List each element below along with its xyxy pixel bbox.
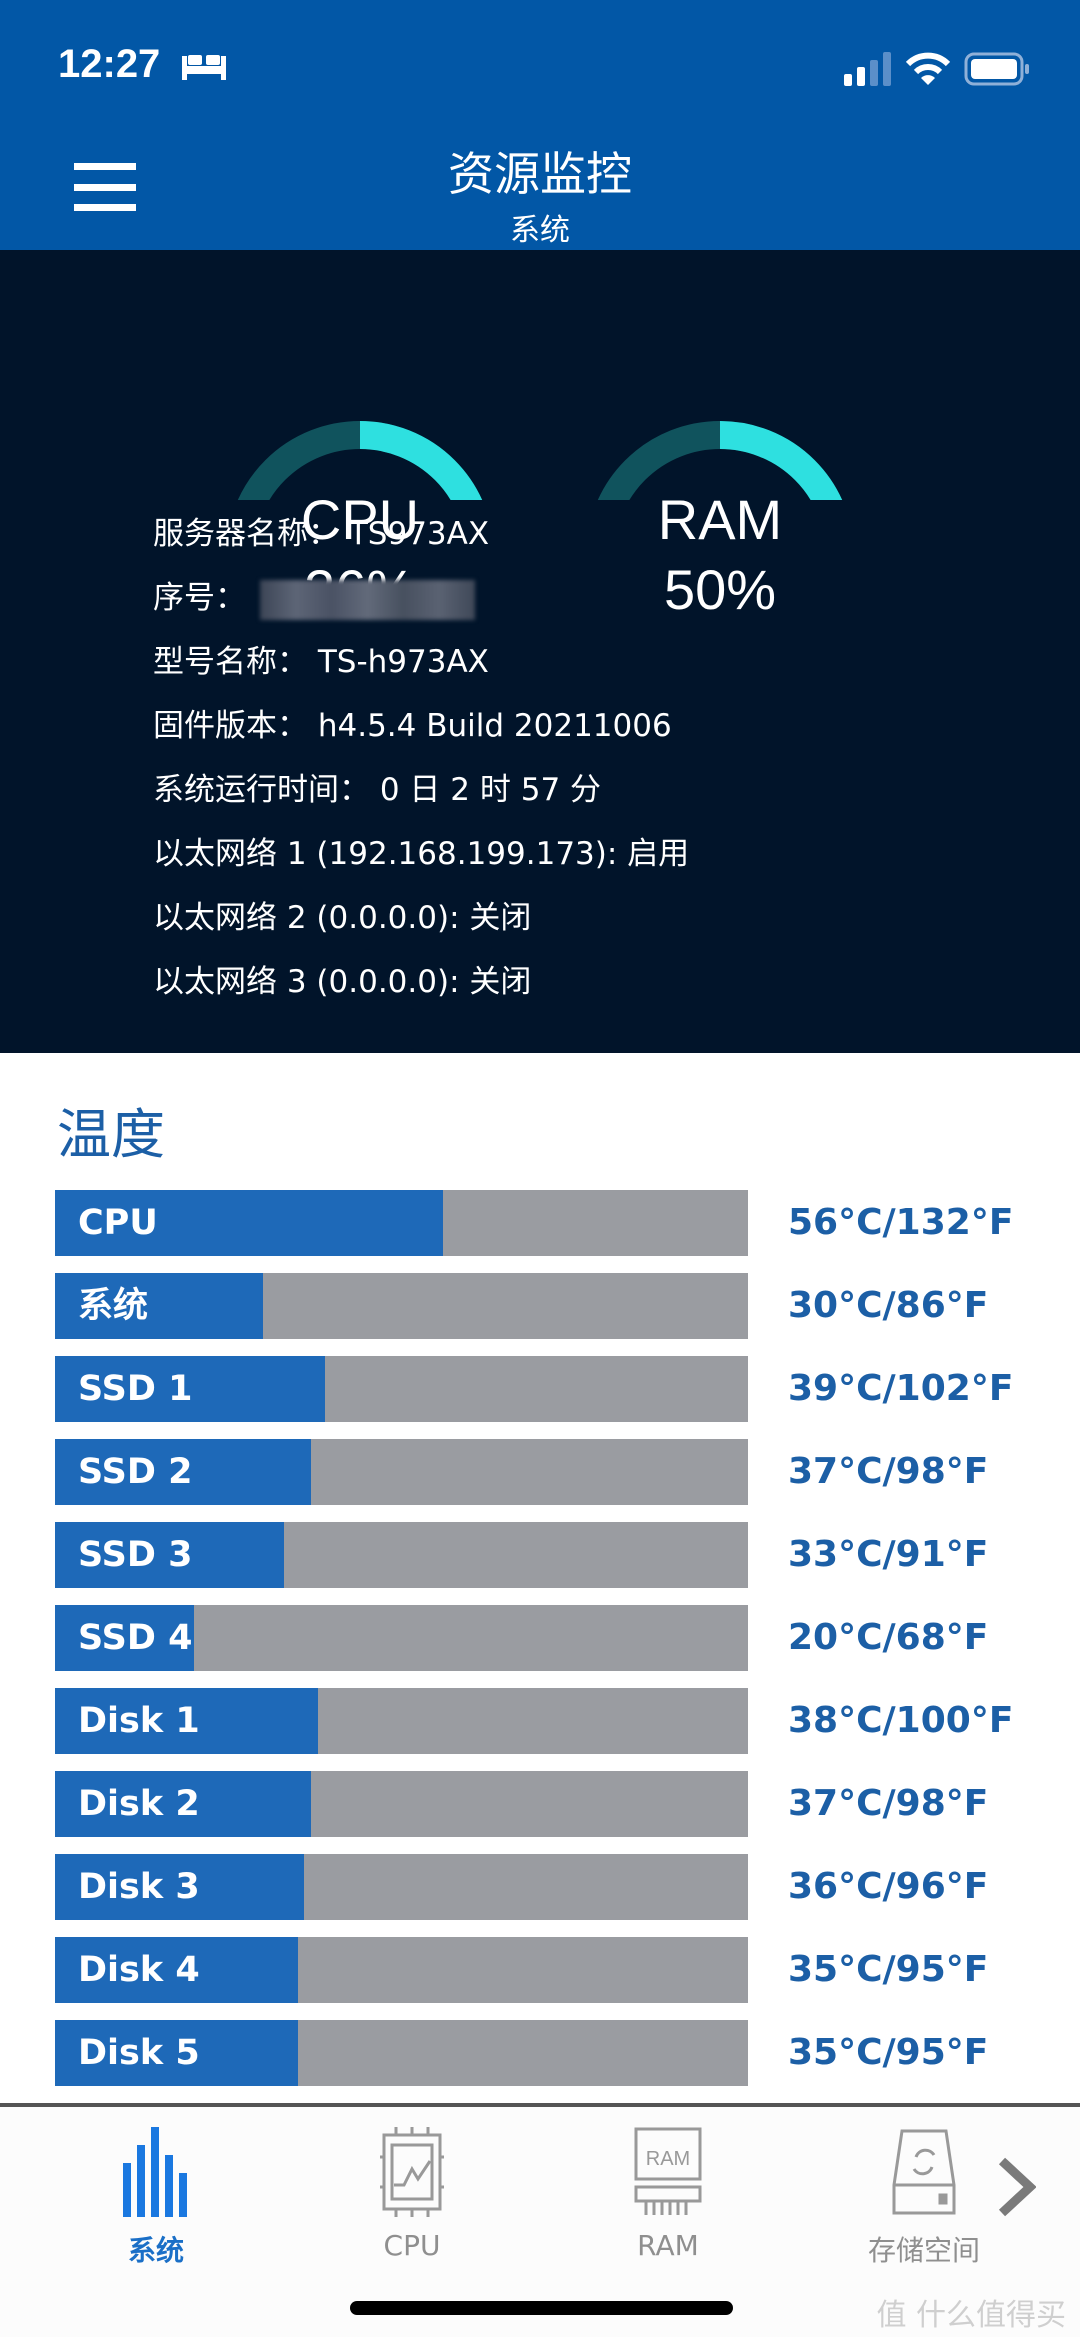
tab-system[interactable]: 系统 [56,2127,256,2269]
info-server-name: 服务器名称： TS973AX [153,516,490,552]
temperature-label: SSD 3 [78,1535,193,1575]
chevron-right-icon[interactable] [996,2157,1036,2217]
temperature-label: CPU [78,1203,158,1243]
storage-drive-icon [892,2129,956,2215]
temperature-row: CPU 56°C/132°F [55,1190,1055,1256]
temperature-value: 39°C/102°F [788,1368,1014,1409]
temperature-bar-track: Disk 3 [55,1854,748,1920]
bed-icon [182,55,226,80]
tab-storage[interactable]: 存储空间 [824,2127,1024,2269]
page-title: 资源监控 [448,147,632,201]
bar-chart-icon [123,2127,187,2217]
redacted-serial [260,579,475,620]
temperature-value: 33°C/91°F [788,1534,989,1575]
info-uptime: 系统运行时间： 0 日 2 时 57 分 [153,772,602,808]
temperature-value: 20°C/68°F [788,1617,989,1658]
app-header: 12:27 资源监控 系统 [0,0,1080,250]
temperature-bar-track: Disk 1 [55,1688,748,1754]
temperature-row: SSD 1 39°C/102°F [55,1356,1055,1422]
temperature-row: Disk 3 36°C/96°F [55,1854,1055,1920]
temperature-row: SSD 2 37°C/98°F [55,1439,1055,1505]
temperature-bar-track: Disk 2 [55,1771,748,1837]
ram-module-icon: RAM [634,2127,702,2215]
temperature-label: Disk 2 [78,1784,200,1824]
temperature-value: 35°C/95°F [788,2032,989,2073]
temperature-label: Disk 4 [78,1950,200,1990]
info-ethernet-1: 以太网络 1 (192.168.199.173): 启用 [153,836,690,872]
temperature-bar-track: 系统 [55,1273,748,1339]
info-ethernet-3: 以太网络 3 (0.0.0.0): 关闭 [153,964,532,1000]
temperature-label: SSD 1 [78,1369,193,1409]
temperature-bar-track: CPU [55,1190,748,1256]
temperature-bar-track: SSD 4 [55,1605,748,1671]
temperature-row: Disk 4 35°C/95°F [55,1937,1055,2003]
temperature-row: SSD 3 33°C/91°F [55,1522,1055,1588]
info-model-name: 型号名称： TS-h973AX [153,644,489,680]
temperature-bar-track: Disk 4 [55,1937,748,2003]
temperature-value: 30°C/86°F [788,1285,989,1326]
temperature-value: 35°C/95°F [788,1949,989,1990]
cpu-chip-icon [380,2127,444,2217]
temperature-label: SSD 4 [78,1618,193,1658]
system-info-list: 服务器名称： TS973AX 序号： 型号名称： TS-h973AX 固件版本：… [153,502,689,1014]
temperature-label: Disk 5 [78,2033,200,2073]
temperature-label: 系统 [78,1286,149,1326]
home-indicator[interactable] [350,2301,733,2315]
page-subtitle: 系统 [510,213,570,248]
temperature-label: SSD 2 [78,1452,193,1492]
temperature-row: Disk 5 35°C/95°F [55,2020,1055,2086]
temperature-value: 36°C/96°F [788,1866,989,1907]
temperature-bar-track: SSD 3 [55,1522,748,1588]
info-serial-number: 序号： [153,566,689,630]
temperature-bar-track: SSD 2 [55,1439,748,1505]
info-ethernet-2: 以太网络 2 (0.0.0.0): 关闭 [153,900,532,936]
temperature-bar-track: Disk 5 [55,2020,748,2086]
svg-text:RAM: RAM [646,2148,690,2170]
temperature-value: 37°C/98°F [788,1451,989,1492]
status-time: 12:27 [58,42,161,86]
temperature-label: Disk 3 [78,1867,200,1907]
gauges [226,421,854,689]
tab-ram[interactable]: RAM RAM [568,2127,768,2262]
temperature-row: Disk 2 37°C/98°F [55,1771,1055,1837]
info-firmware: 固件版本： h4.5.4 Build 20211006 [153,708,672,744]
temperature-row: 系统 30°C/86°F [55,1273,1055,1339]
wifi-icon [906,52,950,85]
system-overview-panel: CPU26% RAM50% 服务器名称： TS973AX 序号： 型号名称： T… [0,250,1080,1053]
temperature-value: 56°C/132°F [788,1202,1014,1243]
temperature-label: Disk 1 [78,1701,200,1741]
signal-icon [844,52,891,86]
temperature-row: SSD 4 20°C/68°F [55,1605,1055,1671]
battery-icon [964,52,1029,86]
watermark-logo: 值 什么值得买 [876,2298,1066,2333]
temperature-row: Disk 1 38°C/100°F [55,1688,1055,1754]
temperature-value: 37°C/98°F [788,1783,989,1824]
temperature-value: 38°C/100°F [788,1700,1014,1741]
temperature-title: 温度 [57,1103,165,1166]
temperature-bar-track: SSD 1 [55,1356,748,1422]
tab-cpu[interactable]: CPU [312,2127,512,2262]
